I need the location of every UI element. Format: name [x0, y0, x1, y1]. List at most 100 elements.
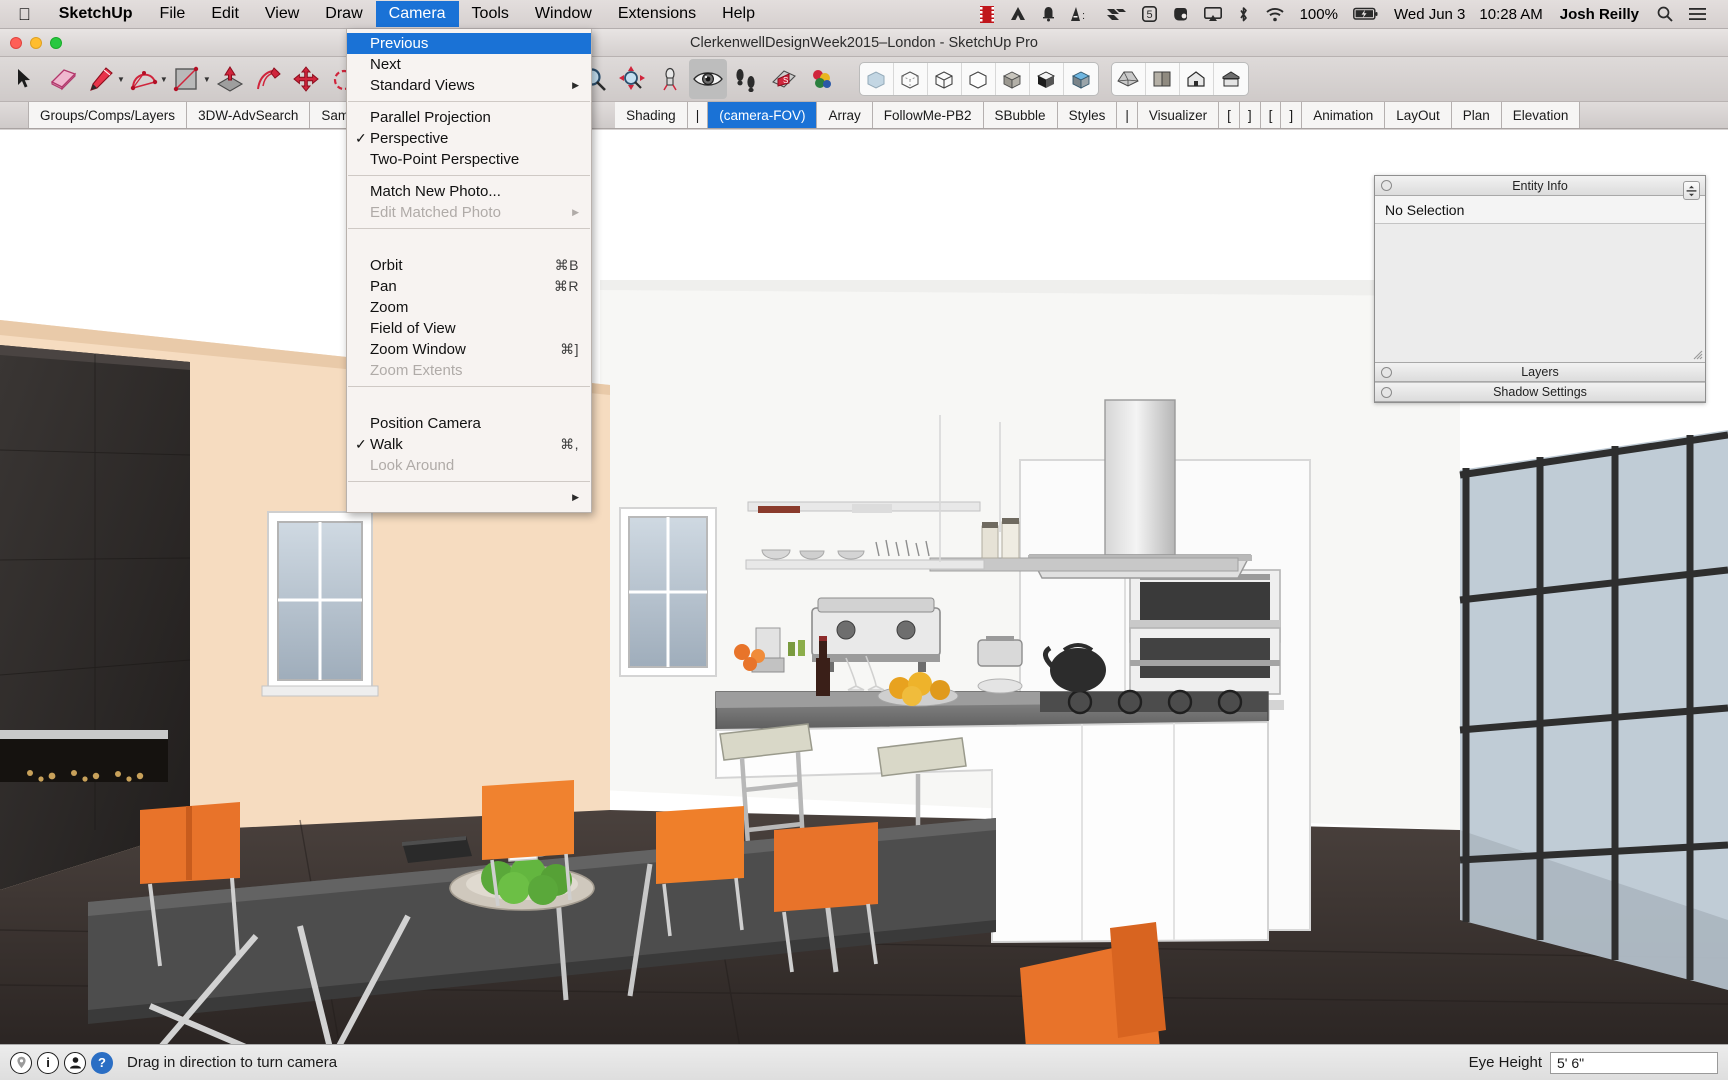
menu-item-orbit[interactable] — [347, 234, 591, 255]
tab-bracket-3[interactable]: [ — [1260, 102, 1282, 128]
menu-item-field-of-view[interactable]: Zoom — [347, 297, 591, 318]
tab-visualizer[interactable]: Visualizer — [1137, 102, 1220, 128]
airplay-icon[interactable] — [1203, 6, 1222, 22]
layers-color-tool[interactable] — [803, 59, 841, 99]
measurement-input[interactable]: 5' 6" — [1550, 1051, 1718, 1074]
layers-panel-header[interactable]: Layers — [1375, 362, 1705, 382]
shaded-box-icon[interactable] — [996, 63, 1030, 95]
tab-bracket-2[interactable]: ] — [1239, 102, 1261, 128]
menu-item-walk[interactable]: Position Camera — [347, 413, 591, 434]
move-tool[interactable] — [287, 59, 325, 99]
eraser-tool[interactable] — [44, 59, 82, 99]
menu-item-zoom[interactable]: Pan ⌘R — [347, 276, 591, 297]
top-view-icon[interactable] — [1146, 63, 1180, 95]
menu-window[interactable]: Window — [522, 1, 605, 27]
menu-item-animations[interactable]: ▶ — [347, 487, 591, 508]
tab-camera-fov[interactable]: (camera-FOV) — [708, 102, 818, 128]
tab-followme-pb2[interactable]: FollowMe-PB2 — [872, 102, 984, 128]
bluetooth-icon[interactable] — [1238, 6, 1249, 23]
menu-item-look-around[interactable]: ✓ Walk ⌘, — [347, 434, 591, 455]
tab-sbubble[interactable]: SBubble — [983, 102, 1058, 128]
menu-edit[interactable]: Edit — [198, 1, 252, 27]
pushpull-tool[interactable] — [211, 59, 249, 99]
help-icon[interactable]: ? — [91, 1051, 113, 1074]
tab-shading[interactable]: Shading — [615, 102, 688, 128]
menu-file[interactable]: File — [147, 1, 199, 27]
apple-logo-icon[interactable]:  — [0, 6, 45, 23]
entity-info-panel[interactable]: Entity Info No Selection Layers Shadow S… — [1374, 175, 1706, 403]
dropbox-icon[interactable] — [1106, 6, 1126, 22]
menu-item-position-camera[interactable] — [347, 392, 591, 413]
menu-item-pan[interactable]: Orbit ⌘B — [347, 255, 591, 276]
select-tool[interactable] — [6, 59, 44, 99]
line-tool[interactable] — [82, 59, 120, 99]
tab-plan[interactable]: Plan — [1451, 102, 1502, 128]
menu-item-parallel-projection[interactable]: Parallel Projection — [347, 107, 591, 128]
tab-sep-1[interactable]: | — [687, 102, 709, 128]
arc-tool[interactable] — [125, 59, 163, 99]
menu-extensions[interactable]: Extensions — [605, 1, 709, 27]
five-badge-icon[interactable]: 5 — [1141, 6, 1157, 22]
iso-view-icon[interactable] — [1112, 63, 1146, 95]
zoom-button[interactable] — [50, 37, 62, 49]
menu-item-next[interactable]: Next — [347, 54, 591, 75]
google-drive-icon[interactable] — [1010, 6, 1026, 22]
zoom-tool[interactable] — [613, 59, 651, 99]
menu-view[interactable]: View — [252, 1, 312, 27]
tab-elevation[interactable]: Elevation — [1501, 102, 1581, 128]
adobe-icon[interactable]: : — [1070, 6, 1091, 22]
right-view-icon[interactable] — [1214, 63, 1248, 95]
back-edges-box-icon[interactable] — [894, 63, 928, 95]
account-icon[interactable] — [64, 1051, 86, 1074]
shadow-settings-panel-header[interactable]: Shadow Settings — [1375, 382, 1705, 402]
collapse-knob-icon[interactable] — [1381, 180, 1392, 191]
followme-tool[interactable] — [249, 59, 287, 99]
wifi-icon[interactable] — [1265, 7, 1285, 22]
texture-box-icon[interactable] — [1064, 63, 1098, 95]
credits-info-icon[interactable]: i — [37, 1051, 59, 1074]
monochrome-box-icon[interactable] — [1030, 63, 1064, 95]
battery-charging-icon[interactable] — [1353, 7, 1379, 21]
entity-info-header[interactable]: Entity Info — [1375, 176, 1705, 196]
app-name-label[interactable]: SketchUp — [45, 5, 147, 23]
hidden-line-box-icon[interactable] — [962, 63, 996, 95]
tab-bracket-1[interactable]: [ — [1219, 102, 1240, 128]
wireframe-box-icon[interactable] — [928, 63, 962, 95]
look-around-tool[interactable] — [688, 59, 727, 99]
menu-help[interactable]: Help — [709, 1, 768, 27]
evernote-icon[interactable] — [1173, 6, 1188, 22]
section-plane-tool[interactable]: S — [765, 59, 803, 99]
front-view-icon[interactable] — [1180, 63, 1214, 95]
menu-item-two-point-perspective[interactable]: Two-Point Perspective — [347, 149, 591, 170]
list-icon[interactable] — [1689, 7, 1706, 21]
close-button[interactable] — [10, 37, 22, 49]
tab-animation[interactable]: Animation — [1302, 102, 1386, 128]
walk-tool[interactable] — [727, 59, 765, 99]
menu-item-zoom-window[interactable]: Field of View — [347, 318, 591, 339]
menu-camera[interactable]: Camera — [375, 1, 459, 27]
camera-dropdown-menu[interactable]: Previous Next Standard Views ▶ Parallel … — [346, 29, 592, 513]
layers-collapse-knob-icon[interactable] — [1381, 367, 1392, 378]
bell-icon[interactable] — [1042, 6, 1055, 22]
tab-styles[interactable]: Styles — [1057, 102, 1118, 128]
expand-collapse-icon[interactable] — [1683, 181, 1700, 200]
tab-sep-2[interactable]: | — [1117, 102, 1138, 128]
filmstrip-icon[interactable] — [979, 5, 994, 23]
menu-tools[interactable]: Tools — [459, 1, 522, 27]
geo-location-icon[interactable] — [10, 1051, 32, 1074]
minimize-button[interactable] — [30, 37, 42, 49]
menu-item-zoom-extents[interactable]: Zoom Window ⌘] — [347, 339, 591, 360]
menubar-user-label[interactable]: Josh Reilly — [1560, 6, 1639, 23]
zoom-extents-tool[interactable] — [651, 59, 689, 99]
menu-item-standard-views[interactable]: Standard Views ▶ — [347, 75, 591, 96]
shadow-collapse-knob-icon[interactable] — [1381, 387, 1392, 398]
menu-item-previous[interactable]: Previous — [347, 33, 591, 54]
tab-groups-comps-layers[interactable]: Groups/Comps/Layers — [28, 102, 188, 128]
menu-draw[interactable]: Draw — [312, 1, 375, 27]
xray-box-icon[interactable] — [860, 63, 894, 95]
menu-item-match-new-photo[interactable]: Match New Photo... — [347, 181, 591, 202]
search-icon[interactable] — [1657, 6, 1673, 22]
tab-3dw-advsearch[interactable]: 3DW-AdvSearch — [187, 102, 311, 128]
model-viewport[interactable]: Entity Info No Selection Layers Shadow S… — [0, 130, 1728, 1048]
tab-layout[interactable]: LayOut — [1385, 102, 1452, 128]
